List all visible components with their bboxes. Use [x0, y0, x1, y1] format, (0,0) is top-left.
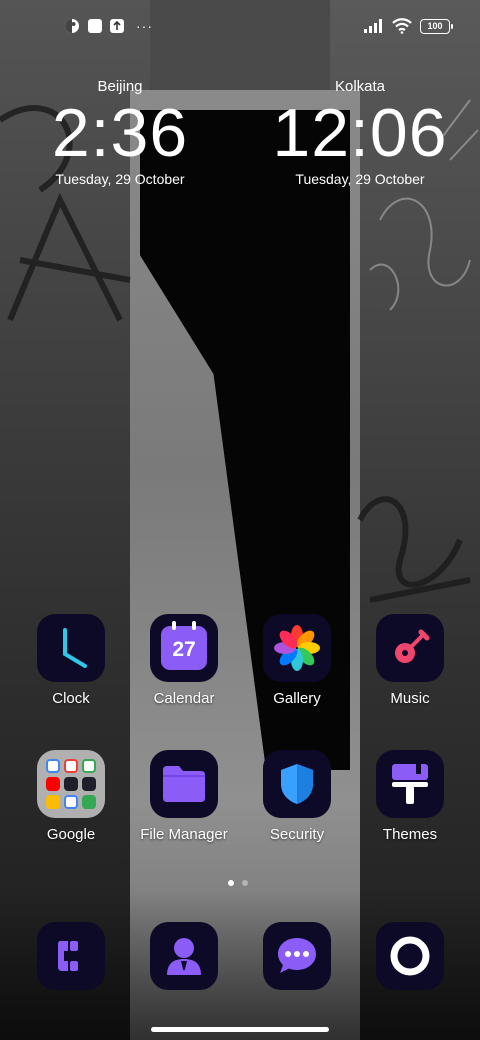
google-folder-icon — [37, 750, 105, 818]
clock-time: 2:36 — [51, 95, 189, 171]
page-dot-active — [228, 880, 234, 886]
music-icon — [376, 614, 444, 682]
app-gallery[interactable]: Gallery — [241, 614, 353, 707]
page-indicator — [228, 880, 248, 886]
folder-contents — [43, 756, 99, 812]
dock-contacts[interactable] — [150, 922, 218, 990]
signal-icon — [364, 19, 382, 33]
clock-icon — [37, 614, 105, 682]
battery-icon: 100 — [420, 18, 453, 34]
app-google-folder[interactable]: Google — [15, 750, 127, 843]
calendar-day: 27 — [172, 638, 196, 661]
folder-icon — [150, 750, 218, 818]
system-icons: 100 — [364, 18, 453, 34]
notification-icons: ··· — [64, 18, 153, 34]
weather-app-icon — [65, 19, 79, 33]
paint-roller-icon — [376, 750, 444, 818]
clock-date: Tuesday, 29 October — [55, 171, 185, 187]
app-label: Security — [269, 826, 325, 843]
app-file-manager[interactable]: File Manager — [128, 750, 240, 843]
dock-camera[interactable] — [376, 922, 444, 990]
wifi-icon — [392, 18, 412, 34]
dock-phone[interactable] — [37, 922, 105, 990]
status-bar: ··· 100 — [0, 14, 480, 42]
home-gesture-bar[interactable] — [151, 1027, 329, 1032]
clock-city: Kolkata — [334, 78, 386, 95]
app-security[interactable]: Security — [241, 750, 353, 843]
clock-time: 12:06 — [272, 95, 448, 171]
shield-icon — [263, 750, 331, 818]
app-clock[interactable]: Clock — [15, 614, 127, 707]
upload-notification-icon — [110, 19, 124, 33]
page-dot — [242, 880, 248, 886]
phone-icon — [58, 941, 78, 971]
messaging-icon — [278, 938, 316, 973]
camera-icon — [390, 936, 430, 976]
app-calendar[interactable]: 27 Calendar — [128, 614, 240, 707]
more-dots-icon: ··· — [136, 18, 153, 34]
calendar-icon: 27 — [150, 614, 218, 682]
battery-level: 100 — [427, 21, 443, 31]
dock-messaging[interactable] — [263, 922, 331, 990]
app-themes[interactable]: Themes — [354, 750, 466, 843]
gallery-icon — [263, 614, 331, 682]
clock-city: Beijing — [97, 78, 143, 95]
app-label: Music — [390, 690, 430, 707]
clock-widget-beijing[interactable]: Beijing 2:36 Tuesday, 29 October — [20, 78, 220, 187]
app-label: Clock — [52, 690, 90, 707]
contacts-icon — [167, 938, 201, 975]
app-music[interactable]: Music — [354, 614, 466, 707]
clock-date: Tuesday, 29 October — [295, 171, 425, 187]
app-label: Themes — [382, 826, 438, 843]
app-label: Google — [46, 826, 96, 843]
app-label: File Manager — [140, 826, 228, 843]
app-label: Calendar — [153, 690, 215, 707]
clock-widget-kolkata[interactable]: Kolkata 12:06 Tuesday, 29 October — [260, 78, 460, 187]
app-label: Gallery — [273, 690, 321, 707]
square-notification-icon — [88, 19, 102, 33]
